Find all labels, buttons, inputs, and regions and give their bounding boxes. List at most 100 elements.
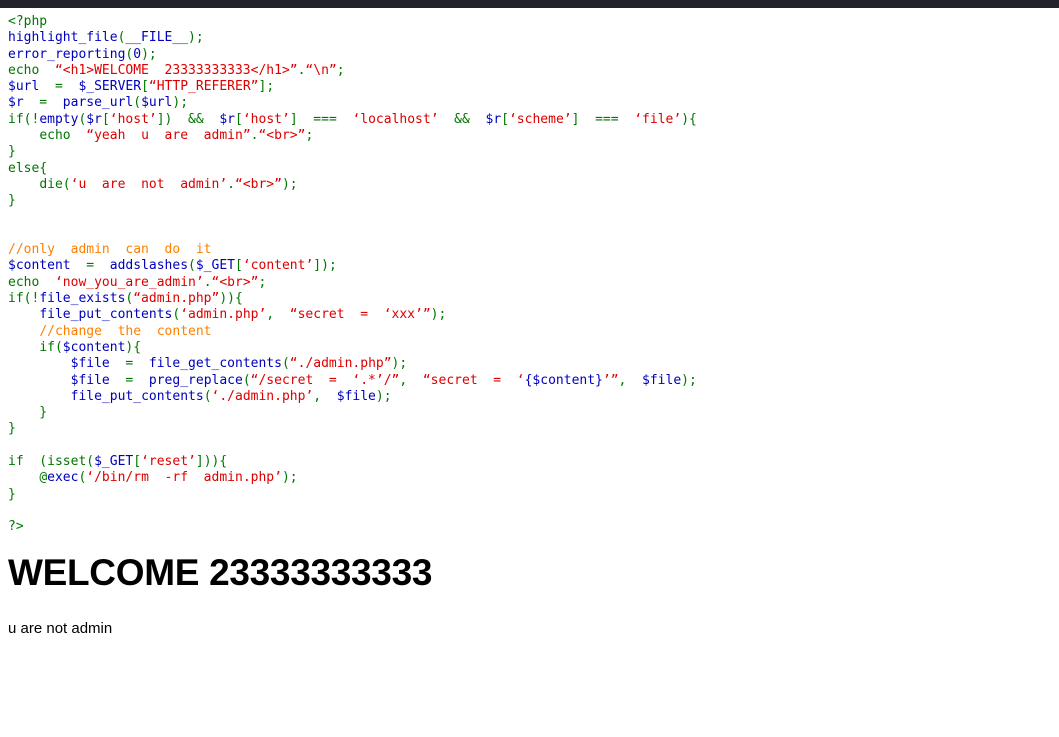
code-token-default: $content [62, 339, 126, 355]
code-token-keyword: = [39, 79, 79, 95]
code-line: if (isset($_GET[‘reset’])){ [8, 454, 1059, 470]
code-token-default: file_put_contents [39, 307, 173, 323]
code-token-keyword: ) [281, 470, 290, 486]
code-token-keyword: } [8, 405, 48, 421]
code-token-comment: //only admin can do it [8, 242, 212, 258]
code-token-keyword: [ [235, 258, 243, 274]
code-token-keyword [8, 356, 71, 371]
code-token-default: $file [70, 356, 110, 372]
code-line: <?php [8, 14, 1059, 30]
code-token-keyword: ; [180, 95, 189, 111]
code-token-keyword [8, 340, 39, 355]
code-token-keyword: ( [23, 454, 48, 470]
code-token-default: {$content} [524, 372, 603, 388]
code-line: } [8, 421, 1059, 437]
code-token-string: “secret = ‘ [422, 372, 525, 388]
browser-top-bar [0, 0, 1059, 8]
code-token-keyword: } [8, 144, 16, 160]
code-token-keyword: ; [195, 30, 204, 46]
code-token-default: file_get_contents [148, 356, 282, 372]
code-token-string: “HTTP_REFERER” [148, 79, 259, 95]
code-token-string: “\n” [305, 62, 337, 78]
code-token-default: error_reporting [8, 46, 126, 62]
code-token-string: “<br>” [235, 176, 282, 192]
code-token-keyword: echo [8, 62, 48, 78]
code-token-keyword: ){ [681, 111, 697, 127]
code-line: //only admin can do it [8, 242, 1059, 258]
code-token-string: ‘content’ [242, 258, 314, 274]
code-line: error_reporting(0); [8, 47, 1059, 63]
code-line: echo ‘now_you_are_admin’.“<br>”; [8, 275, 1059, 291]
code-token-keyword: ) [188, 30, 196, 46]
code-token-default: $r [86, 111, 102, 127]
code-token-keyword: { [39, 160, 48, 176]
code-token-default: $file [70, 372, 110, 388]
code-line: $content = addslashes($_GET[‘content’]); [8, 258, 1059, 274]
code-token-keyword: , [313, 388, 337, 404]
code-token-keyword [8, 307, 39, 322]
code-token-keyword: (! [23, 111, 40, 127]
code-token-keyword: [ [141, 79, 149, 95]
code-token-keyword: isset [47, 454, 87, 470]
code-line: $file = file_get_contents(“./admin.php”)… [8, 356, 1059, 372]
code-token-keyword: && [172, 111, 220, 127]
code-token-keyword: [ [101, 111, 110, 127]
code-token-keyword: ( [86, 454, 95, 470]
code-line: if(!file_exists(“admin.php”)){ [8, 291, 1059, 307]
code-token-keyword: ; [289, 470, 298, 486]
code-token-string: “yeah u are admin” [78, 128, 251, 144]
code-token-string: ‘now_you_are_admin’ [47, 274, 204, 290]
code-token-keyword: ( [188, 258, 196, 274]
code-token-default: highlight_file [8, 30, 118, 46]
code-token-keyword: . [227, 176, 235, 192]
code-token-keyword: if [8, 454, 24, 470]
code-token-keyword: ; [689, 372, 697, 388]
code-token-keyword: ; [328, 258, 337, 274]
code-token-keyword: ?> [8, 519, 24, 535]
code-line: else{ [8, 161, 1059, 177]
code-line: ?> [8, 519, 1059, 535]
code-token-keyword: = [70, 258, 110, 274]
code-token-keyword: if [39, 339, 55, 355]
code-line: @exec(‘/bin/rm -rf admin.php’); [8, 470, 1059, 486]
code-token-keyword: ; [305, 128, 314, 144]
code-token-keyword: echo [39, 128, 79, 144]
code-token-keyword: ; [258, 274, 267, 290]
code-token-string: ‘./admin.php’ [211, 388, 314, 404]
code-token-string: ‘file’ [634, 111, 682, 127]
code-line: echo “yeah u are admin”.“<br>”; [8, 128, 1059, 144]
code-token-default: $content [8, 258, 71, 274]
code-token-keyword: ; [266, 79, 275, 95]
code-token-default: $r [219, 111, 236, 127]
code-token-string: “/secret = ‘.*’/” [250, 372, 400, 388]
code-token-keyword: ( [281, 356, 290, 372]
code-line: //change the content [8, 324, 1059, 340]
code-token-keyword [8, 470, 39, 485]
code-token-default: __FILE__ [125, 30, 189, 46]
code-token-default: $_SERVER [78, 79, 142, 95]
code-token-string: “secret = ‘xxx’” [289, 307, 431, 323]
code-token-keyword: ] [289, 111, 298, 127]
code-token-keyword: ( [54, 339, 63, 355]
code-token-default: preg_replace [148, 372, 243, 388]
code-token-string: “<br>” [211, 274, 259, 290]
code-token-string: ‘localhost’ [352, 111, 439, 127]
code-token-string: “<br>” [258, 128, 306, 144]
code-token-keyword: ( [242, 372, 251, 388]
code-token-keyword: ; [148, 46, 157, 62]
page-body: <?php highlight_file(__FILE__); error_repo… [0, 8, 1059, 637]
code-line: if(!empty($r[‘host’]) && $r[‘host’] === … [8, 112, 1059, 128]
code-line: } [8, 193, 1059, 209]
code-token-keyword: ])){ [195, 454, 228, 470]
code-token-default: $file [336, 388, 376, 404]
code-token-default: $url [141, 95, 173, 111]
code-token-keyword: ) [375, 388, 384, 404]
code-token-default: file_put_contents [70, 388, 204, 404]
code-token-keyword: (! [23, 291, 40, 307]
code-token-keyword [8, 373, 71, 388]
code-token-default: $url [8, 79, 40, 95]
